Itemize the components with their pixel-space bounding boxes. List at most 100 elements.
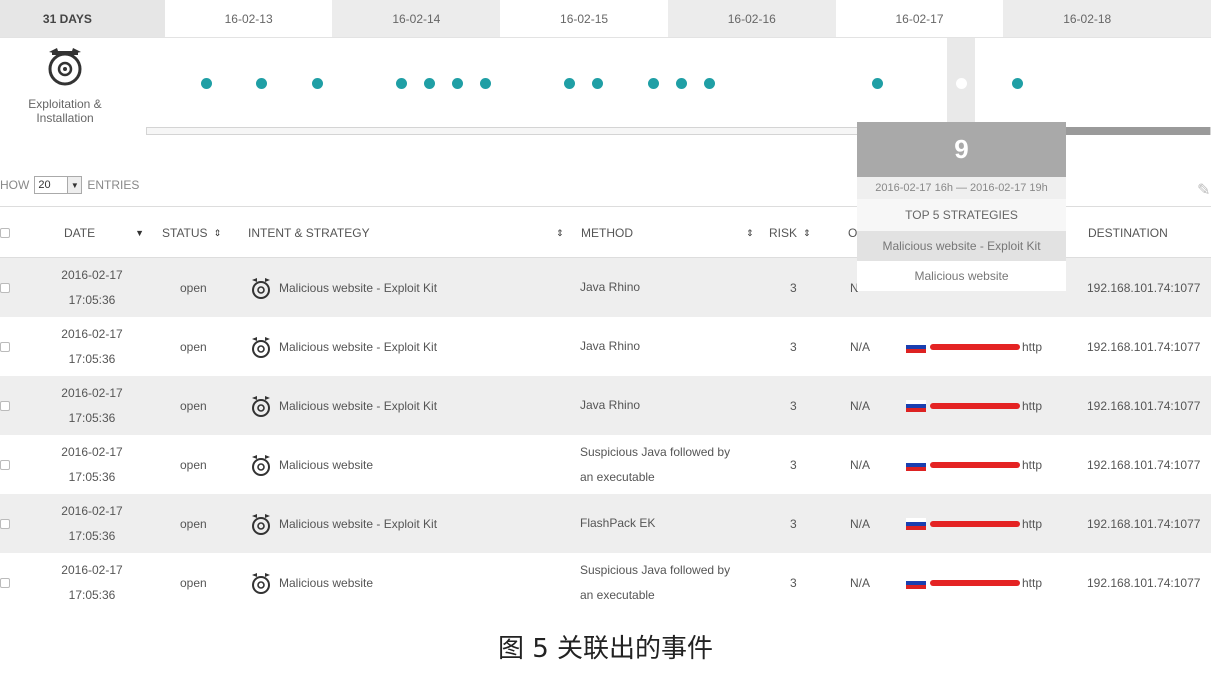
method-cell: Java Rhino bbox=[580, 317, 640, 376]
select-all-checkbox[interactable] bbox=[0, 207, 10, 259]
event-dot[interactable] bbox=[592, 78, 603, 89]
event-date: 2016-02-17 17:05:36 bbox=[42, 376, 142, 435]
method-cell: Suspicious Java followed by an executable bbox=[580, 435, 730, 494]
time-text: 17:05:36 bbox=[68, 528, 116, 543]
row-checkbox[interactable] bbox=[0, 459, 10, 470]
russia-flag-icon bbox=[906, 399, 926, 412]
intent-cell: Malicious website - Exploit Kit bbox=[249, 258, 437, 317]
source-cell: http bbox=[906, 553, 1042, 612]
event-dot[interactable] bbox=[648, 78, 659, 89]
col-status[interactable]: STATUS ⇕ bbox=[162, 207, 221, 259]
timeline-tooltip: 9 2016-02-17 16h — 2016-02-17 19h TOP 5 … bbox=[857, 122, 1066, 291]
method-cell: Java Rhino bbox=[580, 376, 640, 435]
strategy-item[interactable]: Malicious website - Exploit Kit bbox=[857, 231, 1066, 261]
origin-value: N/A bbox=[850, 516, 871, 531]
sort-icon[interactable]: ⇕ bbox=[803, 228, 811, 239]
col-intent[interactable]: INTENT & STRATEGY bbox=[248, 207, 370, 259]
col-origin[interactable]: O bbox=[848, 207, 857, 259]
intent-cell: Malicious website bbox=[249, 553, 373, 612]
event-dot[interactable] bbox=[256, 78, 267, 89]
source-cell: http bbox=[906, 376, 1042, 435]
event-dot[interactable] bbox=[1012, 78, 1023, 89]
alarm-clock-icon bbox=[252, 277, 270, 299]
time-text: 17:05:36 bbox=[68, 410, 116, 425]
col-status-label: STATUS bbox=[162, 226, 208, 240]
destination-value: 192.168.101.74:1077 bbox=[1087, 575, 1201, 590]
event-dot[interactable] bbox=[480, 78, 491, 89]
source-cell: http bbox=[906, 494, 1042, 553]
intent-text: Malicious website - Exploit Kit bbox=[279, 398, 438, 413]
settings-icon[interactable]: ✎ bbox=[1197, 180, 1210, 200]
col-method[interactable]: METHOD bbox=[581, 207, 633, 259]
row-checkbox[interactable] bbox=[0, 577, 10, 588]
col-destination-label: DESTINATION bbox=[1088, 226, 1168, 240]
tooltip-header: TOP 5 STRATEGIES bbox=[857, 199, 1066, 231]
row-checkbox[interactable] bbox=[0, 282, 10, 293]
checkbox[interactable] bbox=[0, 228, 10, 238]
status-text: open bbox=[180, 575, 207, 590]
event-dot[interactable] bbox=[201, 78, 212, 89]
strategy-item[interactable]: Malicious website bbox=[857, 261, 1066, 291]
intent-cell: Malicious website - Exploit Kit bbox=[249, 494, 437, 553]
intent-cell: Malicious website - Exploit Kit bbox=[249, 317, 437, 376]
method-cell: FlashPack EK bbox=[580, 494, 655, 553]
table-row[interactable]: 2016-02-17 17:05:36 open Malicious website … bbox=[0, 376, 1211, 435]
event-dot[interactable] bbox=[872, 78, 883, 89]
status-text: open bbox=[180, 457, 207, 472]
source-cell: http bbox=[906, 435, 1042, 494]
entries-control: HOW 20 ▼ ENTRIES bbox=[0, 176, 139, 194]
tooltip-range: 2016-02-17 16h — 2016-02-17 19h bbox=[857, 177, 1066, 199]
event-dot[interactable] bbox=[704, 78, 715, 89]
timeline-scroll-thumb[interactable] bbox=[1065, 127, 1210, 135]
method-text: Java Rhino bbox=[580, 280, 641, 294]
table-row[interactable]: 2016-02-17 17:05:36 open Malicious website … bbox=[0, 317, 1211, 376]
show-label: HOW bbox=[0, 178, 30, 192]
event-date: 2016-02-17 17:05:36 bbox=[42, 258, 142, 317]
event-dot[interactable] bbox=[396, 78, 407, 89]
row-checkbox[interactable] bbox=[0, 400, 10, 411]
destination-value: 192.168.101.74:1077 bbox=[1087, 398, 1201, 413]
col-date[interactable]: DATE ▼ bbox=[64, 207, 144, 259]
sort-down-icon[interactable]: ▼ bbox=[135, 228, 144, 238]
time-text: 17:05:36 bbox=[68, 292, 116, 307]
col-origin-label: O bbox=[848, 226, 858, 240]
entries-select[interactable]: 20 ▼ bbox=[34, 176, 83, 194]
col-destination[interactable]: DESTINATION bbox=[1088, 207, 1168, 259]
intent-text: Malicious website - Exploit Kit bbox=[279, 339, 438, 354]
sort-icon[interactable]: ⇕ bbox=[550, 207, 564, 259]
event-dot[interactable] bbox=[676, 78, 687, 89]
event-dot[interactable] bbox=[424, 78, 435, 89]
row-checkbox[interactable] bbox=[0, 341, 10, 352]
timeline-dots bbox=[0, 0, 1211, 130]
event-dot-hovered[interactable] bbox=[956, 78, 967, 89]
event-date: 2016-02-17 17:05:36 bbox=[42, 494, 142, 553]
time-text: 17:05:36 bbox=[68, 587, 116, 602]
source-protocol: http bbox=[1022, 457, 1043, 472]
status-text: open bbox=[180, 398, 207, 413]
event-dot[interactable] bbox=[312, 78, 323, 89]
entries-value: 20 bbox=[38, 179, 51, 191]
event-count: 9 bbox=[857, 122, 1066, 177]
event-dot[interactable] bbox=[452, 78, 463, 89]
status-text: open bbox=[180, 516, 207, 531]
col-risk[interactable]: RISK ⇕ bbox=[769, 207, 811, 259]
figure-caption: 图 5 关联出的事件 bbox=[497, 634, 714, 664]
chevron-down-icon[interactable]: ▼ bbox=[67, 177, 82, 193]
table-row[interactable]: 2016-02-17 17:05:36 open Malicious website … bbox=[0, 494, 1211, 553]
event-date: 2016-02-17 17:05:36 bbox=[42, 435, 142, 494]
table-row[interactable]: 2016-02-17 17:05:36 open Malicious website S… bbox=[0, 435, 1211, 494]
sort-icon[interactable]: ⇕ bbox=[740, 207, 754, 259]
redaction-mark bbox=[930, 461, 1020, 468]
risk-value: 3 bbox=[790, 398, 797, 413]
event-dot[interactable] bbox=[564, 78, 575, 89]
method-text-2: an executable bbox=[580, 469, 655, 484]
row-checkbox[interactable] bbox=[0, 518, 10, 529]
method-text: FlashPack EK bbox=[580, 516, 656, 530]
sort-icon[interactable]: ⇕ bbox=[214, 228, 222, 239]
status-text: open bbox=[180, 280, 207, 295]
destination-value: 192.168.101.74:1077 bbox=[1087, 516, 1201, 531]
table-row[interactable]: 2016-02-17 17:05:36 open Malicious website S… bbox=[0, 553, 1211, 612]
date-text: 2016-02-17 bbox=[61, 385, 123, 400]
risk-value: 3 bbox=[790, 575, 797, 590]
origin-value: N/A bbox=[850, 339, 871, 354]
